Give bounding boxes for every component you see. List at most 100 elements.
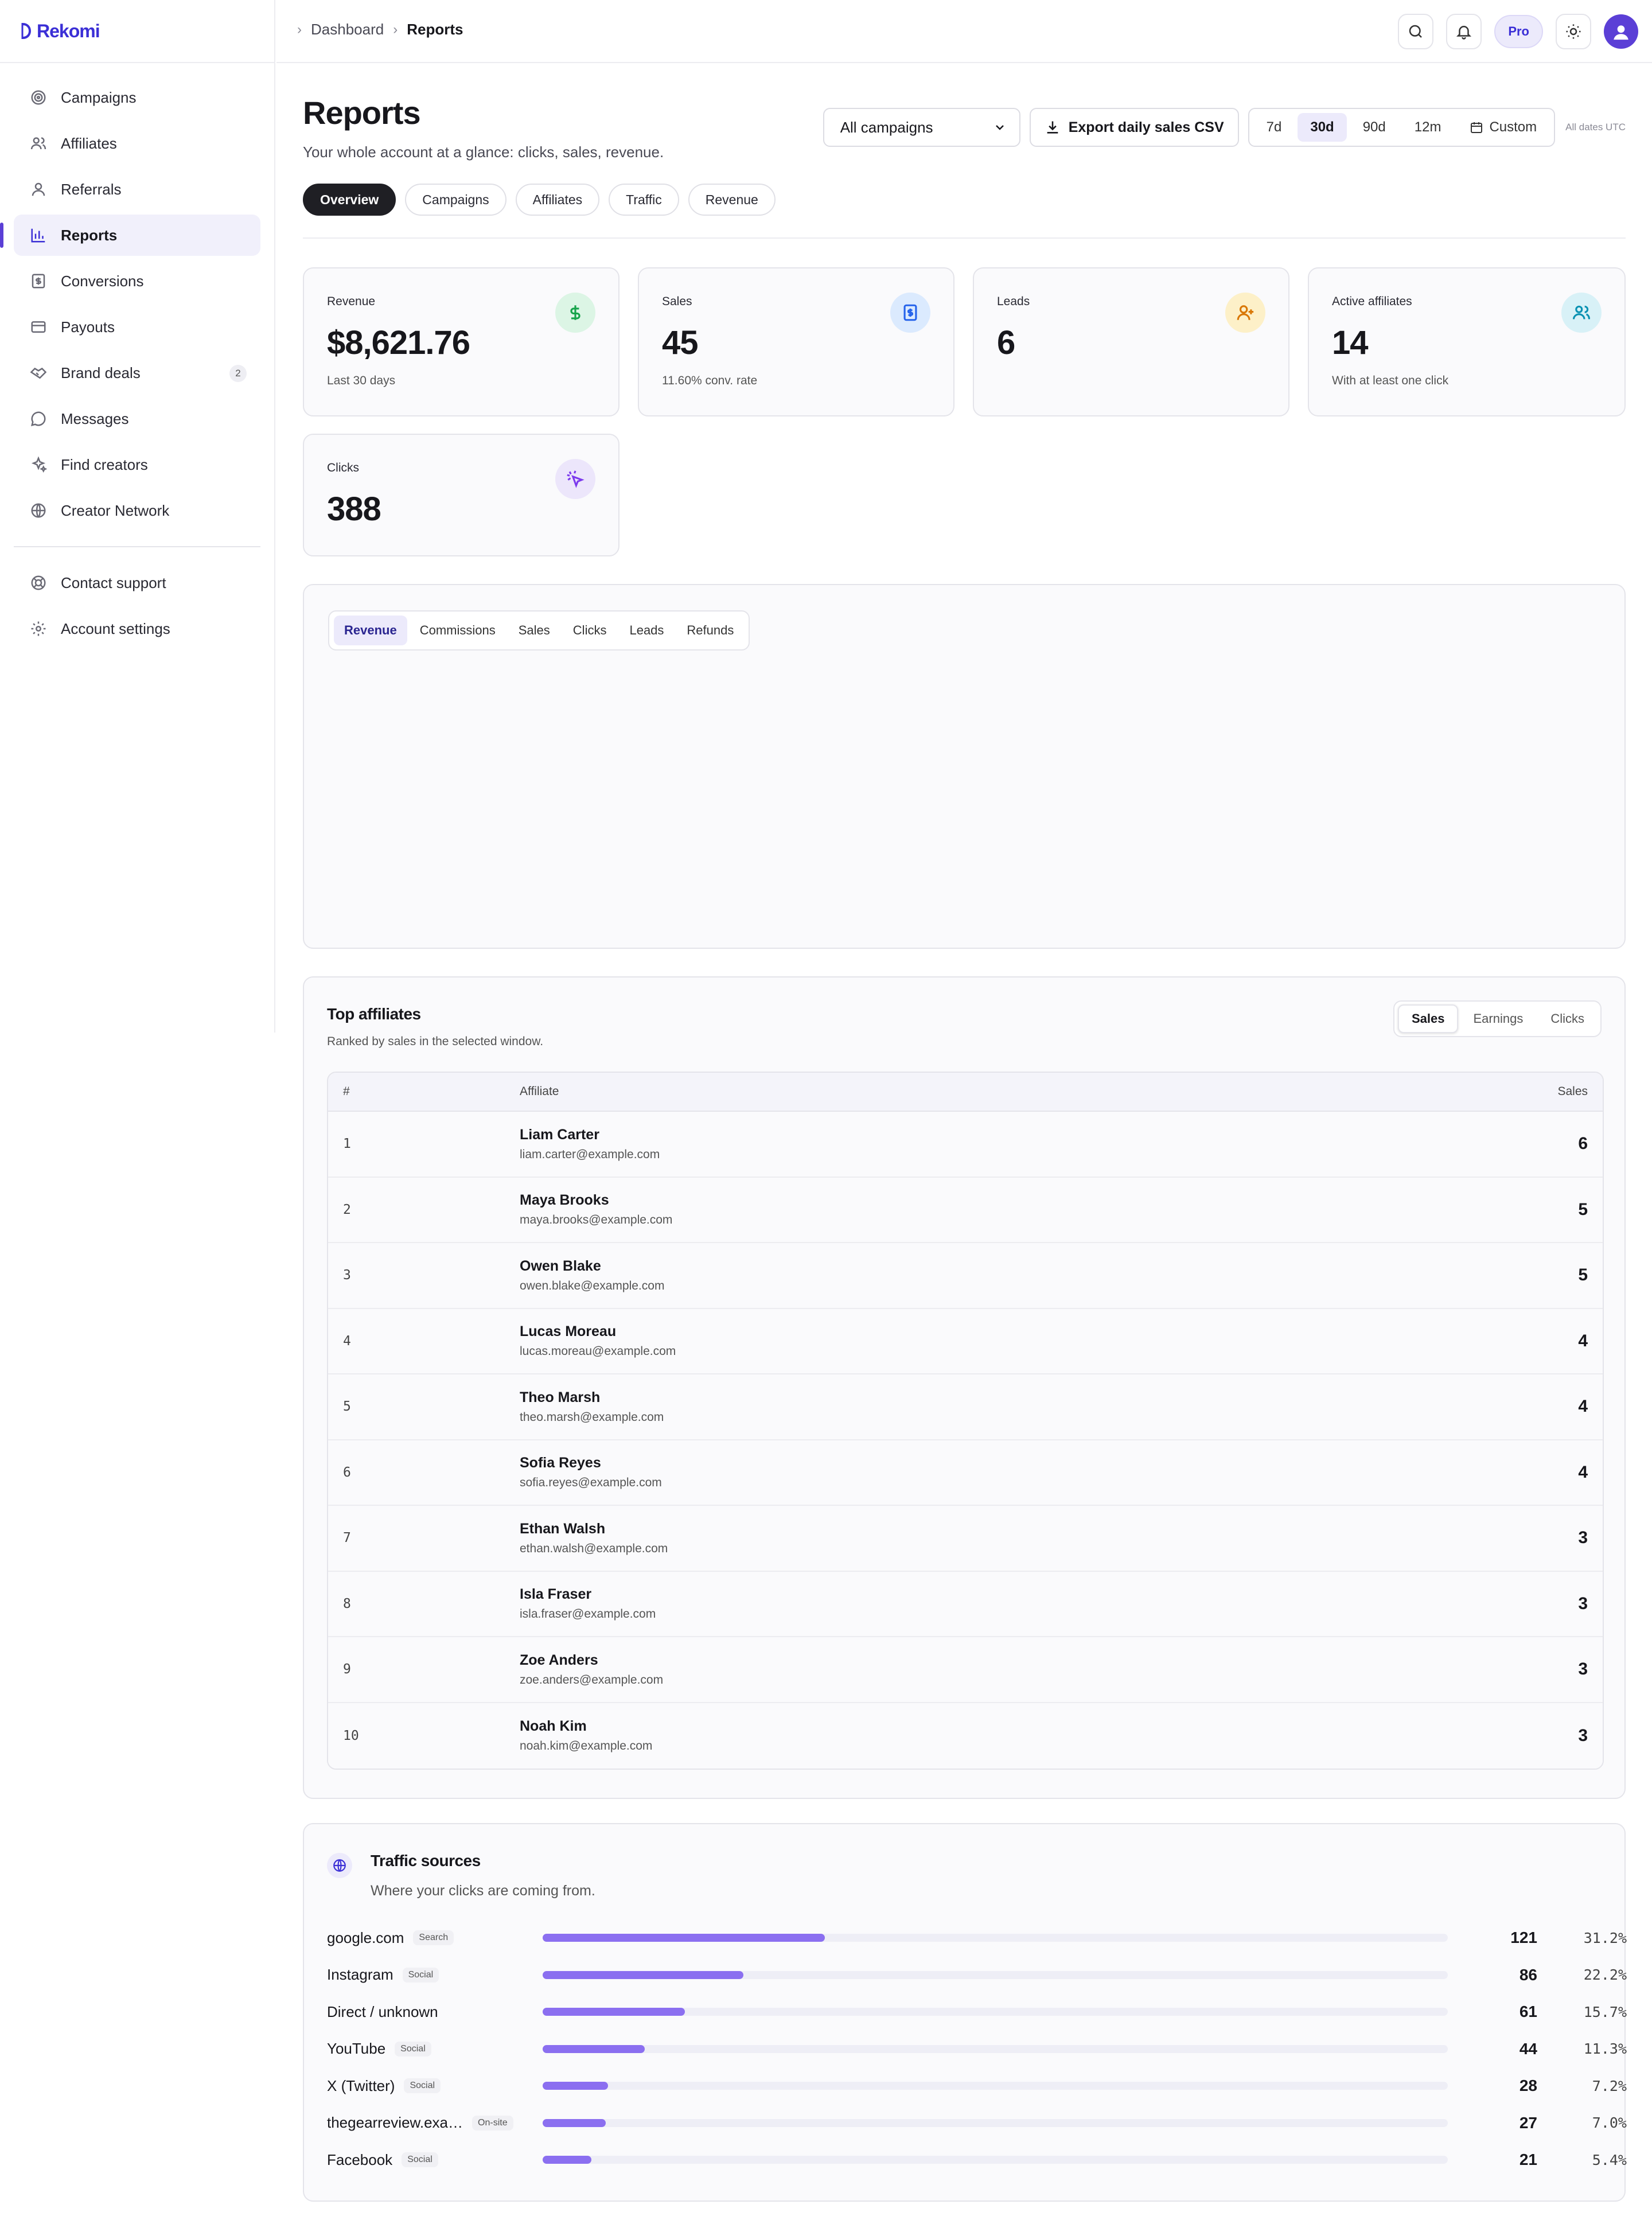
sidebar-item-affiliates[interactable]: Affiliates bbox=[14, 123, 260, 164]
stat-value: 388 bbox=[327, 490, 381, 528]
table-row[interactable]: 10 Noah Kim noah.kim@example.com 3 bbox=[328, 1703, 1603, 1769]
column-affiliate[interactable]: Affiliate bbox=[520, 1085, 1488, 1099]
sidebar-item-find-creators[interactable]: Find creators bbox=[14, 444, 260, 485]
affiliate-name[interactable]: Sofia Reyes bbox=[520, 1455, 1488, 1471]
range-30d[interactable]: 30d bbox=[1298, 113, 1347, 142]
range-12m[interactable]: 12m bbox=[1402, 113, 1454, 142]
theme-toggle[interactable] bbox=[1556, 14, 1591, 49]
affiliate-rank: 6 bbox=[343, 1465, 351, 1480]
range-90d[interactable]: 90d bbox=[1350, 113, 1398, 142]
section-subtitle: Ranked by sales in the selected window. bbox=[327, 1035, 544, 1048]
table-row[interactable]: 5 Theo Marsh theo.marsh@example.com 4 bbox=[328, 1374, 1603, 1440]
source-bar-fill bbox=[543, 2082, 608, 2090]
app-name: Rekomi bbox=[37, 20, 100, 41]
breadcrumb-dashboard[interactable]: Dashboard bbox=[311, 21, 384, 38]
sidebar-item-creator-network[interactable]: Creator Network bbox=[14, 490, 260, 531]
source-clicks: 61 bbox=[1519, 2003, 1537, 2020]
user-icon bbox=[29, 180, 48, 199]
affiliate-email: ethan.walsh@example.com bbox=[520, 1541, 668, 1555]
affiliate-rank: 2 bbox=[343, 1202, 351, 1217]
chevron-right-icon: › bbox=[297, 21, 302, 37]
affiliate-sales: 6 bbox=[1578, 1134, 1588, 1154]
source-name: thegearreview.exa… bbox=[327, 2114, 463, 2131]
table-row[interactable]: 7 Ethan Walsh ethan.walsh@example.com 3 bbox=[328, 1506, 1603, 1572]
chart-tab-commissions[interactable]: Commissions bbox=[410, 616, 506, 645]
table-row[interactable]: 4 Lucas Moreau lucas.moreau@example.com 4 bbox=[328, 1308, 1603, 1374]
sidebar-item-account-settings[interactable]: Account settings bbox=[14, 608, 260, 649]
traffic-source-row: Instagram Social 86 22.2% bbox=[327, 1957, 1627, 1993]
sidebar-item-label: Brand deals bbox=[61, 364, 141, 381]
sort-earnings[interactable]: Earnings bbox=[1460, 1004, 1536, 1033]
section-title: Top affiliates bbox=[327, 1005, 421, 1023]
traffic-source-row: X (Twitter) Social 28 7.2% bbox=[327, 2067, 1627, 2104]
table-row[interactable]: 8 Isla Fraser isla.fraser@example.com 3 bbox=[328, 1571, 1603, 1637]
column-sales[interactable]: Sales bbox=[1488, 1085, 1603, 1099]
page-title: Reports bbox=[303, 95, 421, 131]
avatar[interactable] bbox=[1604, 14, 1638, 49]
chart-tab-refunds[interactable]: Refunds bbox=[676, 616, 744, 645]
sidebar-item-brand-deals[interactable]: Brand deals 2 bbox=[14, 352, 260, 394]
top-bar: › Dashboard › Reports Pro bbox=[276, 0, 1652, 63]
tab-overview[interactable]: Overview bbox=[303, 184, 396, 216]
sort-sales[interactable]: Sales bbox=[1397, 1004, 1459, 1033]
report-controls: All campaigns Export daily sales CSV 7d … bbox=[823, 108, 1626, 147]
affiliate-name[interactable]: Maya Brooks bbox=[520, 1192, 1488, 1209]
sidebar-item-referrals[interactable]: Referrals bbox=[14, 169, 260, 210]
sidebar-item-payouts[interactable]: Payouts bbox=[14, 306, 260, 348]
sort-clicks[interactable]: Clicks bbox=[1538, 1004, 1597, 1033]
chart-tab-leads[interactable]: Leads bbox=[619, 616, 674, 645]
receipt-icon bbox=[890, 293, 930, 333]
affiliate-name[interactable]: Theo Marsh bbox=[520, 1389, 1488, 1406]
tab-traffic[interactable]: Traffic bbox=[609, 184, 679, 216]
sidebar-item-contact-support[interactable]: Contact support bbox=[14, 562, 260, 603]
user-plus-icon bbox=[1225, 293, 1265, 333]
table-row[interactable]: 2 Maya Brooks maya.brooks@example.com 5 bbox=[328, 1177, 1603, 1243]
search-button[interactable] bbox=[1398, 14, 1434, 49]
affiliate-name[interactable]: Ethan Walsh bbox=[520, 1521, 1488, 1537]
stat-note: With at least one click bbox=[1332, 374, 1449, 387]
range-7d[interactable]: 7d bbox=[1254, 113, 1295, 142]
chart-tab-revenue[interactable]: Revenue bbox=[334, 616, 407, 645]
chart-tab-sales[interactable]: Sales bbox=[508, 616, 560, 645]
plan-badge[interactable]: Pro bbox=[1494, 15, 1543, 48]
affiliate-name[interactable]: Isla Fraser bbox=[520, 1586, 1488, 1603]
affiliate-name[interactable]: Liam Carter bbox=[520, 1127, 1488, 1143]
range-custom[interactable]: Custom bbox=[1457, 113, 1549, 142]
source-name: X (Twitter) bbox=[327, 2077, 395, 2094]
source-percent: 15.7% bbox=[1583, 2003, 1627, 2020]
table-row[interactable]: 6 Sofia Reyes sofia.reyes@example.com 4 bbox=[328, 1440, 1603, 1506]
source-bar-track bbox=[543, 2156, 1448, 2164]
affiliate-name[interactable]: Lucas Moreau bbox=[520, 1323, 1488, 1340]
sidebar-item-campaigns[interactable]: Campaigns bbox=[14, 77, 260, 118]
source-tag: Social bbox=[402, 1967, 439, 1983]
campaign-select[interactable]: All campaigns bbox=[823, 108, 1020, 147]
affiliate-email: zoe.anders@example.com bbox=[520, 1673, 664, 1687]
chart-tab-clicks[interactable]: Clicks bbox=[563, 616, 617, 645]
sidebar-item-conversions[interactable]: Conversions bbox=[14, 260, 260, 302]
notifications-button[interactable] bbox=[1446, 14, 1482, 49]
sidebar-item-label: Account settings bbox=[61, 620, 170, 637]
export-csv-button[interactable]: Export daily sales CSV bbox=[1029, 108, 1239, 147]
tab-revenue[interactable]: Revenue bbox=[688, 184, 776, 216]
table-row[interactable]: 3 Owen Blake owen.blake@example.com 5 bbox=[328, 1243, 1603, 1309]
table-row[interactable]: 9 Zoe Anders zoe.anders@example.com 3 bbox=[328, 1637, 1603, 1703]
sidebar: Rekomi Campaigns Affiliates Referrals Re… bbox=[0, 0, 275, 1033]
sidebar-item-messages[interactable]: Messages bbox=[14, 398, 260, 439]
affiliate-name[interactable]: Noah Kim bbox=[520, 1718, 1488, 1735]
source-bar-track bbox=[543, 1970, 1448, 1979]
source-bar-fill bbox=[543, 1934, 825, 1942]
affiliate-cell: Owen Blake owen.blake@example.com bbox=[520, 1258, 1488, 1293]
affiliate-cell: Lucas Moreau lucas.moreau@example.com bbox=[520, 1323, 1488, 1358]
affiliate-name[interactable]: Zoe Anders bbox=[520, 1652, 1488, 1669]
sidebar-item-reports[interactable]: Reports bbox=[0, 215, 260, 256]
gear-icon bbox=[29, 619, 48, 638]
stat-note: Last 30 days bbox=[327, 374, 396, 387]
tab-campaigns[interactable]: Campaigns bbox=[405, 184, 506, 216]
affiliate-email: sofia.reyes@example.com bbox=[520, 1476, 662, 1490]
chevron-right-icon: › bbox=[393, 21, 398, 37]
affiliate-cell: Liam Carter liam.carter@example.com bbox=[520, 1127, 1488, 1162]
app-logo[interactable]: Rekomi bbox=[21, 20, 100, 42]
table-row[interactable]: 1 Liam Carter liam.carter@example.com 6 bbox=[328, 1112, 1603, 1178]
tab-affiliates[interactable]: Affiliates bbox=[515, 184, 600, 216]
affiliate-name[interactable]: Owen Blake bbox=[520, 1258, 1488, 1275]
